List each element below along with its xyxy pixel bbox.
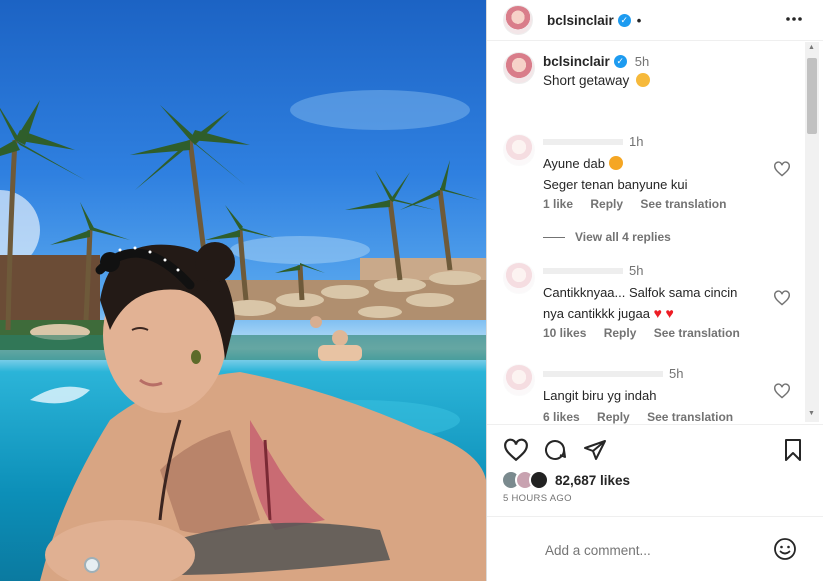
see-translation-link[interactable]: See translation [654, 326, 740, 340]
smiling-face-emoji-icon [636, 73, 651, 87]
actions-divider [487, 424, 823, 425]
caption-block: bclsinclair ✓ 5h Short getaway [543, 54, 651, 88]
comment-likes[interactable]: 10 likes [543, 326, 586, 340]
view-replies[interactable]: View all 4 replies [543, 230, 671, 244]
add-comment-input[interactable] [545, 539, 765, 561]
photo-illustration [0, 90, 486, 581]
see-translation-link[interactable]: See translation [640, 197, 726, 211]
comment-username-blurred [543, 370, 663, 377]
header-username[interactable]: bclsinclair [547, 13, 614, 28]
likes-count[interactable]: 82,687 likes [555, 473, 630, 488]
comment-like-heart-icon[interactable] [773, 290, 791, 306]
post-header: bclsinclair ✓ • [503, 0, 641, 40]
caption-time: 5h [634, 54, 650, 69]
header-avatar[interactable] [503, 5, 533, 35]
comment-like-heart-icon[interactable] [773, 161, 791, 177]
reply-button[interactable]: Reply [597, 410, 630, 424]
post-photo[interactable] [0, 0, 486, 581]
heart-eyes-emoji-icon [608, 156, 623, 170]
caption-username[interactable]: bclsinclair [543, 54, 610, 69]
more-horizontal-icon[interactable] [784, 9, 804, 29]
likes-row: 82,687 likes [501, 470, 630, 490]
comment-text-line: Langit biru yg indah [543, 388, 657, 403]
comment-item: 5h Langit biru yg indah [543, 366, 783, 403]
scroll-down-arrow-icon[interactable]: ▼ [808, 410, 815, 417]
comment-meta: 10 likes Reply See translation [543, 326, 754, 340]
view-replies-link[interactable]: View all 4 replies [575, 230, 671, 244]
comment-meta: 6 likes Reply See translation [543, 410, 747, 424]
comment-time: 1h [629, 134, 644, 149]
comment-meta: 1 like Reply See translation [543, 197, 740, 211]
comment-text-line: Cantikknyaa... Salfok sama cincin [543, 285, 738, 300]
comment-avatar[interactable] [503, 134, 535, 166]
caption-verified-icon: ✓ [613, 55, 627, 68]
comment-item: 1h Ayune dab Seger tenan banyune kui [543, 134, 783, 192]
header-dot: • [636, 12, 642, 28]
see-translation-link[interactable]: See translation [647, 410, 733, 424]
comment-likes[interactable]: 6 likes [543, 410, 580, 424]
replies-line [543, 236, 565, 238]
send-icon[interactable] [583, 438, 607, 462]
comment-text-line: Ayune dab [543, 156, 605, 171]
comment-username-blurred [543, 267, 623, 274]
comment-icon[interactable] [543, 438, 567, 462]
reply-button[interactable]: Reply [604, 326, 637, 340]
comment-text-line: nya cantikkk jugaa [543, 306, 650, 321]
post-timestamp[interactable]: 5 HOURS AGO [503, 493, 572, 504]
comment-input-divider [487, 516, 823, 517]
comment-avatar[interactable] [503, 364, 535, 396]
comment-avatar[interactable] [503, 262, 535, 294]
header-divider [487, 40, 823, 41]
comment-time: 5h [669, 366, 684, 381]
post-side-panel: bclsinclair ✓ • ▲ ▼ bclsinclair ✓ 5h Sho… [486, 0, 823, 581]
caption-text: Short getaway [543, 73, 630, 88]
comment-item: 5h Cantikknyaa... Salfok sama cincin nya… [543, 263, 783, 321]
reply-button[interactable]: Reply [590, 197, 623, 211]
bookmark-icon[interactable] [783, 438, 803, 462]
verified-badge-icon: ✓ [617, 13, 631, 27]
scrollbar-thumb[interactable] [807, 58, 817, 134]
comment-like-heart-icon[interactable] [773, 383, 791, 399]
heart-icon[interactable] [503, 438, 529, 462]
comment-avatar-placeholder [501, 536, 529, 564]
caption-avatar[interactable] [503, 52, 535, 84]
comment-text-line: Seger tenan banyune kui [543, 177, 688, 192]
comment-username-blurred [543, 138, 623, 145]
red-heart-emoji-icon: ♥ [665, 305, 674, 321]
comment-time: 5h [629, 263, 644, 278]
liker-avatar[interactable] [529, 470, 549, 490]
red-heart-emoji-icon: ♥ [653, 305, 662, 321]
comment-likes[interactable]: 1 like [543, 197, 573, 211]
smiley-icon[interactable] [773, 537, 797, 561]
scroll-up-arrow-icon[interactable]: ▲ [808, 44, 815, 51]
